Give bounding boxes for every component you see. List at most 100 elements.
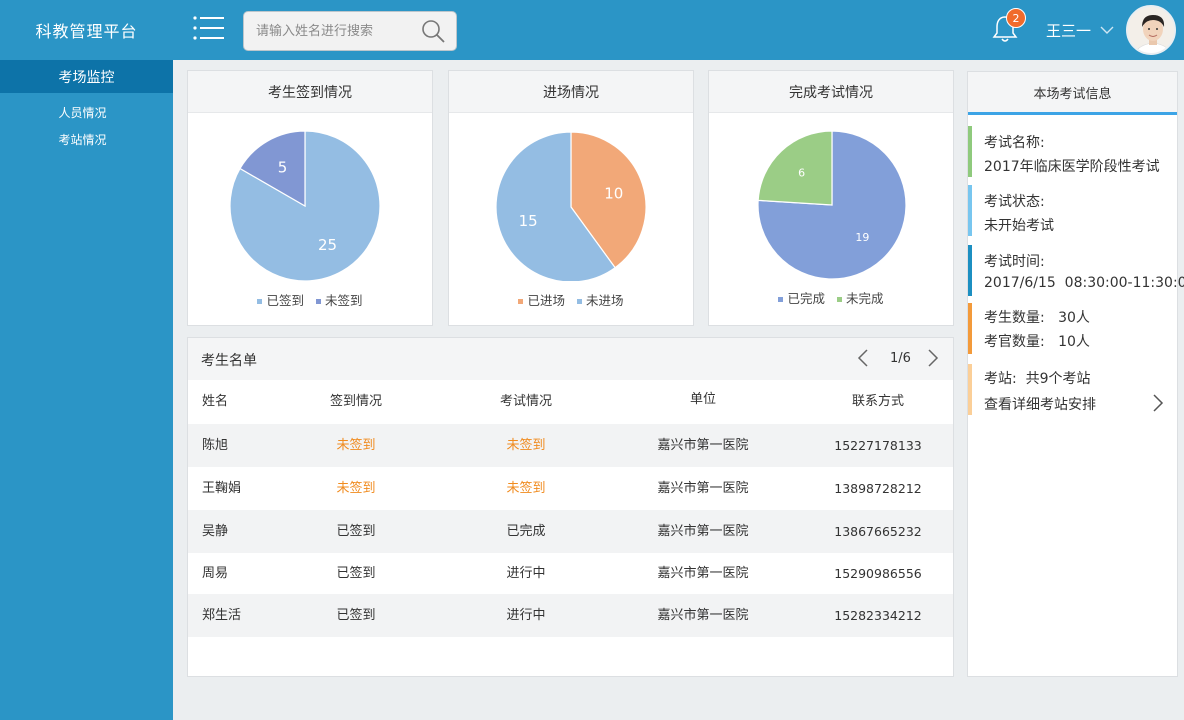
sidebar: 考场监控 人员情况 考站情况 <box>0 60 173 720</box>
cell-signin-status: 已签到 <box>336 524 376 539</box>
pie-chart-entry: 10 15 <box>495 131 647 281</box>
cell-exam-status: 未签到 <box>506 481 546 496</box>
cell-unit: 嘉兴市第一医院 <box>657 608 749 623</box>
cell-signin-status: 未签到 <box>336 438 376 453</box>
info-exam-time: 考试时间: 2017/6/15 08:30:00-11:30:00 <box>968 245 1184 296</box>
cell-phone: 15290986556 <box>834 566 922 581</box>
pie-slice-未完成 <box>757 130 833 206</box>
table-header-row: 姓名 签到情况 考试情况 单位 联系方式 <box>188 380 953 423</box>
exam-name-value: 2017年临床医学阶段性考试 <box>984 159 1160 175</box>
chevron-right-icon[interactable] <box>926 348 940 368</box>
table-header-bar: 考生名单 1/6 <box>188 338 953 380</box>
stations-summary: 考站: 共9个考站 <box>984 371 1091 387</box>
pie-data-label: 5 <box>278 158 288 176</box>
cell-name: 王鞠娟 <box>202 481 242 496</box>
exam-info-panel: 本场考试信息 考试名称: 2017年临床医学阶段性考试 考试状态: 未开始考试 … <box>967 71 1184 677</box>
column-header-name: 姓名 <box>202 394 229 409</box>
stations-detail-link[interactable]: 查看详细考站安排 <box>984 394 1096 414</box>
cell-signin-status: 已签到 <box>336 608 376 623</box>
cell-signin-status: 未签到 <box>336 481 376 496</box>
legend-item: 已签到 <box>257 293 304 308</box>
pie-data-label: 10 <box>604 184 623 202</box>
pie-data-label: 19 <box>855 231 869 244</box>
cell-unit: 嘉兴市第一医院 <box>657 524 749 539</box>
table-title: 考生名单 <box>201 353 257 369</box>
chart-card-signin: 考生签到情况 25 5 已签到 未签到 <box>187 70 433 326</box>
examinee-count: 考生数量: 30人 <box>984 310 1090 326</box>
column-header-unit: 单位 <box>689 392 716 407</box>
info-exam-name: 考试名称: 2017年临床医学阶段性考试 <box>968 126 1178 177</box>
legend-item: 已完成 <box>778 291 825 306</box>
search-box <box>243 11 457 51</box>
chart-legend: 已进场 未进场 <box>449 290 693 309</box>
exam-status-value: 未开始考试 <box>984 218 1054 234</box>
exam-status-label: 考试状态: <box>984 194 1045 210</box>
pie-data-label: 25 <box>318 236 337 254</box>
cell-unit: 嘉兴市第一医院 <box>657 566 749 581</box>
menu-icon[interactable] <box>193 16 225 40</box>
cell-unit: 嘉兴市第一医院 <box>657 438 749 453</box>
legend-item: 未完成 <box>836 291 884 306</box>
cell-exam-status: 进行中 <box>506 608 546 623</box>
cell-name: 郑生活 <box>202 608 242 623</box>
cell-exam-status: 已完成 <box>506 524 546 539</box>
sidebar-item-personnel[interactable]: 人员情况 <box>0 104 165 121</box>
cell-name: 陈旭 <box>202 438 229 453</box>
notification-badge: 2 <box>1006 8 1026 28</box>
chevron-down-icon[interactable] <box>1100 25 1114 35</box>
legend-item: 未签到 <box>315 293 363 308</box>
chart-legend: 已完成 未完成 <box>709 288 953 307</box>
avatar[interactable] <box>1126 5 1176 55</box>
chevron-left-icon[interactable] <box>856 348 870 368</box>
legend-item: 已进场 <box>518 293 565 308</box>
user-name[interactable]: 王三一 <box>1046 20 1091 41</box>
table-row[interactable]: 陈旭 未签到 未签到 嘉兴市第一医院 15227178133 <box>188 424 953 467</box>
legend-item: 未进场 <box>576 293 624 308</box>
chart-title: 进场情况 <box>449 71 693 113</box>
examiner-count: 考官数量: 10人 <box>984 334 1090 350</box>
table-row[interactable]: 吴静 已签到 已完成 嘉兴市第一医院 13867665232 <box>188 510 953 553</box>
search-input[interactable] <box>256 12 416 50</box>
info-panel-title: 本场考试信息 <box>968 72 1177 115</box>
search-icon[interactable] <box>420 18 446 44</box>
top-header: 科教管理平台 2 王三一 <box>0 0 1184 60</box>
pie-data-label: 15 <box>519 212 538 230</box>
table-row[interactable]: 王鞠娟 未签到 未签到 嘉兴市第一医院 13898728212 <box>188 467 953 510</box>
chart-title: 完成考试情况 <box>709 71 953 113</box>
cell-phone: 15282334212 <box>834 608 922 623</box>
chart-card-entry: 进场情况 10 15 已进场 未进场 <box>448 70 694 326</box>
cell-name: 吴静 <box>202 524 229 539</box>
cell-name: 周易 <box>202 566 229 581</box>
cell-exam-status: 未签到 <box>506 438 546 453</box>
column-header-exam: 考试情况 <box>499 394 552 409</box>
cell-exam-status: 进行中 <box>506 566 546 581</box>
table-row[interactable]: 周易 已签到 进行中 嘉兴市第一医院 15290986556 <box>188 552 953 595</box>
chevron-right-icon[interactable] <box>1152 393 1164 413</box>
exam-time-label: 考试时间: <box>984 254 1045 270</box>
info-exam-status: 考试状态: 未开始考试 <box>968 185 1178 236</box>
cell-phone: 15227178133 <box>834 438 922 453</box>
brand-title: 科教管理平台 <box>35 22 138 41</box>
exam-time-value: 2017/6/15 08:30:00-11:30:00 <box>984 275 1184 291</box>
chart-card-completion: 完成考试情况 19 6 已完成 未完成 <box>708 70 954 326</box>
info-counts: 考生数量: 30人 考官数量: 10人 <box>968 303 1178 354</box>
avatar-image <box>1128 7 1174 53</box>
pie-chart-signin: 25 5 <box>229 130 381 281</box>
chart-legend: 已签到 未签到 <box>188 290 432 309</box>
cell-phone: 13867665232 <box>834 524 922 539</box>
exam-name-label: 考试名称: <box>984 135 1045 151</box>
cell-phone: 13898728212 <box>834 481 922 496</box>
column-header-signin: 签到情况 <box>329 394 382 409</box>
chart-title: 考生签到情况 <box>188 71 432 113</box>
sidebar-item-stations[interactable]: 考站情况 <box>0 131 165 148</box>
cell-signin-status: 已签到 <box>336 566 376 581</box>
examinee-table-card: 考生名单 1/6 姓名 签到情况 考试情况 单位 联系方式 陈旭 未签到 未签到… <box>187 337 954 677</box>
pie-data-label: 6 <box>798 166 805 179</box>
column-header-contact: 联系方式 <box>851 394 904 409</box>
cell-unit: 嘉兴市第一医院 <box>657 481 749 496</box>
table-row[interactable]: 郑生活 已签到 进行中 嘉兴市第一医院 15282334212 <box>188 594 953 637</box>
info-stations[interactable]: 考站: 共9个考站 查看详细考站安排 <box>968 364 1178 415</box>
sidebar-item-exam-monitor[interactable]: 考场监控 <box>0 60 173 93</box>
pie-chart-completion: 19 6 <box>757 130 907 280</box>
page-indicator: 1/6 <box>890 351 911 366</box>
